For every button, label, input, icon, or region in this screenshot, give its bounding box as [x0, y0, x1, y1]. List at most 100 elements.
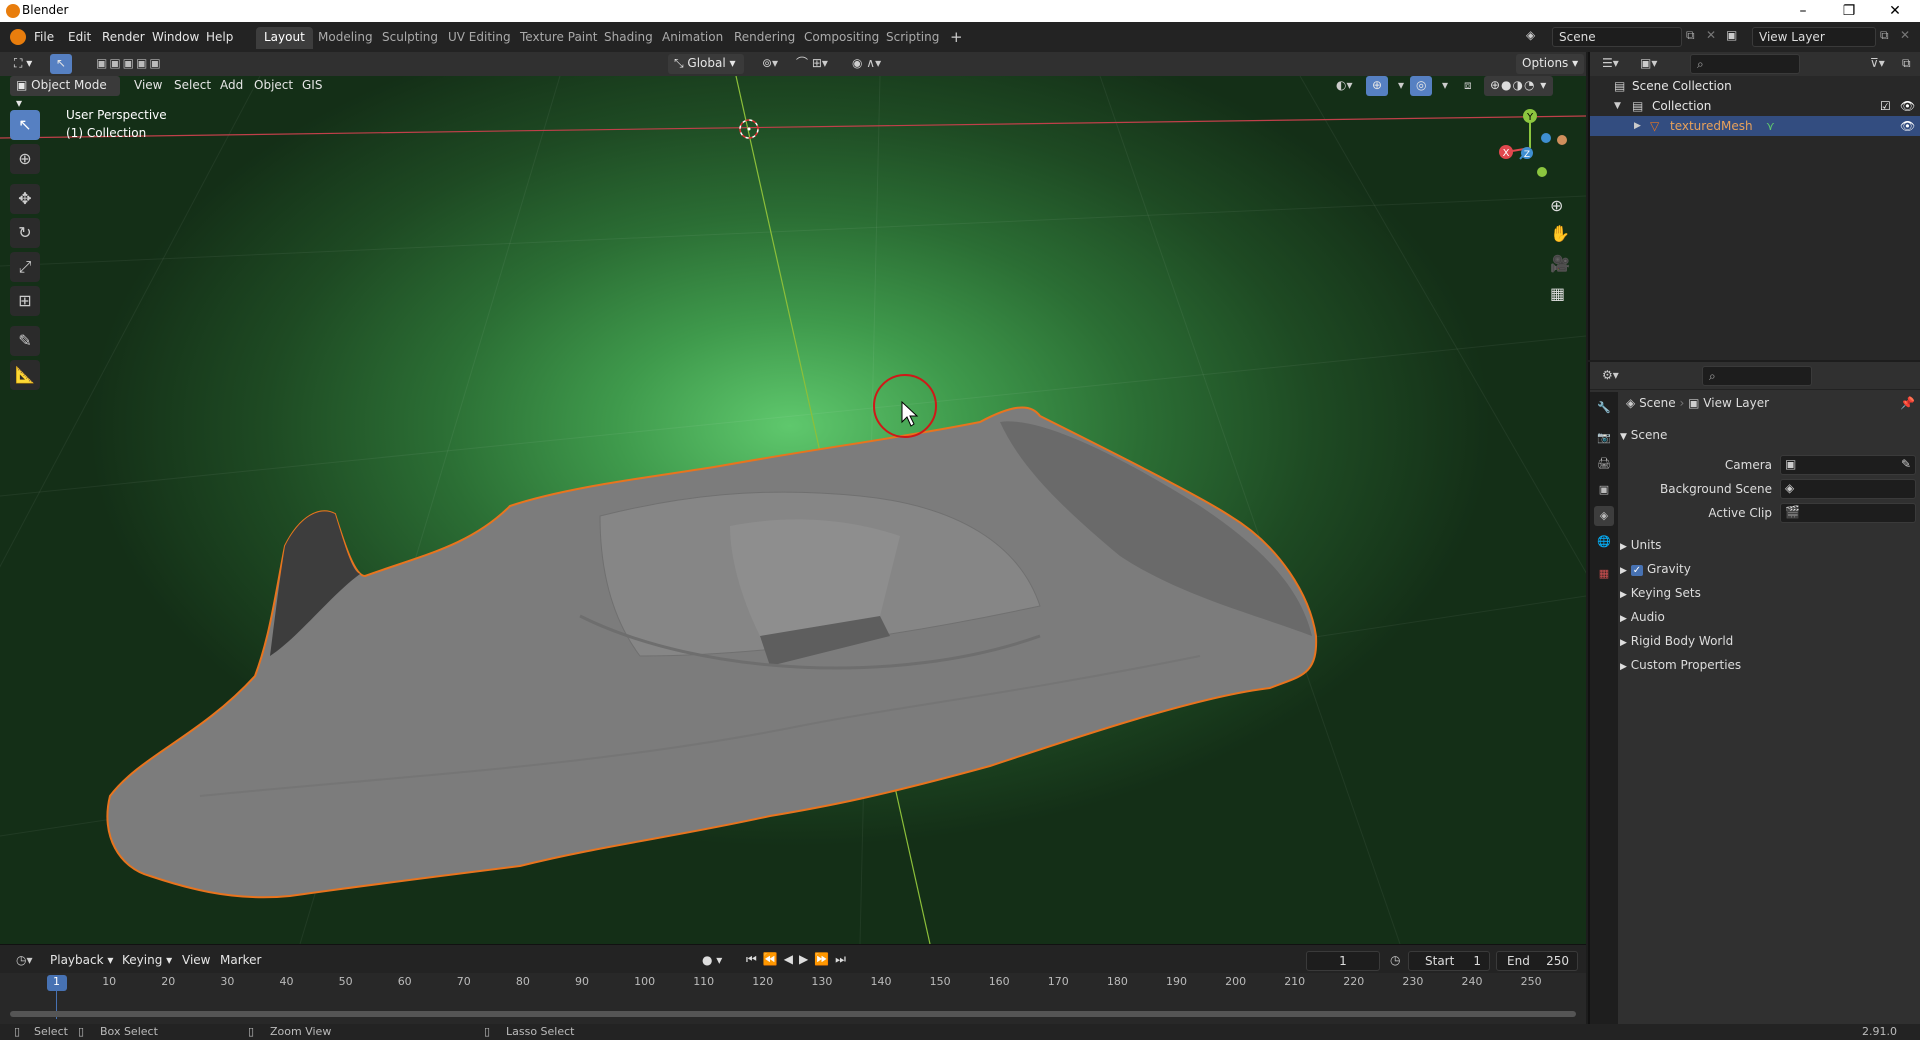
- mode-dropdown[interactable]: ▣ Object Mode ▾: [10, 76, 120, 110]
- display-mode-icon[interactable]: ▣▾: [1634, 54, 1663, 74]
- tab-animation[interactable]: Animation: [654, 27, 731, 49]
- background-scene-field[interactable]: ◈: [1780, 479, 1916, 499]
- tab-sculpting[interactable]: Sculpting: [374, 27, 446, 49]
- properties-search-input[interactable]: ⌕: [1702, 366, 1812, 386]
- overlays-dropdown-icon[interactable]: ▾: [1436, 76, 1454, 96]
- output-tab-icon[interactable]: 🖨: [1594, 454, 1614, 474]
- view-layer-tab-icon[interactable]: ▣: [1594, 480, 1614, 500]
- xray-icon[interactable]: ⧈: [1458, 76, 1478, 96]
- playback-controls-icons[interactable]: ⏮⏪◀▶⏩⏭: [746, 952, 852, 967]
- scene-icon[interactable]: ◈: [1526, 28, 1548, 46]
- record-icon[interactable]: ● ▾: [702, 953, 722, 967]
- restore-button[interactable]: ❐: [1826, 0, 1872, 22]
- audio-panel[interactable]: ▶ Audio: [1620, 610, 1665, 624]
- rigid-body-world-panel[interactable]: ▶ Rigid Body World: [1620, 634, 1733, 648]
- blender-menu-icon[interactable]: [10, 29, 26, 45]
- add-workspace-icon[interactable]: +: [942, 27, 971, 49]
- outliner-editor-type-icon[interactable]: ☰▾: [1596, 54, 1625, 74]
- timeline-menu-keying[interactable]: Keying ▾: [116, 951, 178, 971]
- transform-tool-icon[interactable]: ⊞: [10, 286, 40, 316]
- end-frame-field[interactable]: End 250: [1496, 951, 1578, 971]
- shading-modes-icon[interactable]: ⊕●◑◔ ▾: [1484, 76, 1554, 96]
- gravity-panel[interactable]: ▶ ✓ Gravity: [1620, 562, 1691, 576]
- new-view-layer-icon[interactable]: ⧉: [1880, 28, 1889, 43]
- cursor-tool-icon[interactable]: ⊕: [10, 144, 40, 174]
- mesh-visibility-icon[interactable]: 👁: [1900, 116, 1915, 136]
- start-frame-field[interactable]: Start 1: [1408, 951, 1490, 971]
- new-scene-icon[interactable]: ⧉: [1686, 28, 1695, 43]
- properties-editor[interactable]: ⚙▾ ⌕ 🔧 📷 🖨 ▣ ◈ 🌐 ▦ ◈ Scene › ▣ View Laye…: [1588, 362, 1920, 1024]
- select-box-tool-icon[interactable]: ↖: [10, 110, 40, 140]
- outliner[interactable]: ☰▾ ▣▾ ⌕ ⊽▾ ⧉ ▤ Scene Collection ▼ ▤ Coll…: [1588, 52, 1920, 360]
- outliner-row-scene-collection[interactable]: ▤ Scene Collection: [1590, 76, 1920, 96]
- ortho-grid-icon[interactable]: ▦: [1550, 284, 1565, 303]
- viewport-menu-object[interactable]: Object: [248, 76, 299, 96]
- viewport-menu-view[interactable]: View: [128, 76, 168, 96]
- tool-tab-icon[interactable]: 🔧: [1594, 398, 1614, 418]
- active-clip-field[interactable]: 🎬: [1780, 503, 1916, 523]
- collection-exclude-checkbox[interactable]: ☑: [1880, 96, 1891, 116]
- minimize-button[interactable]: –: [1780, 0, 1826, 22]
- properties-editor-type-icon[interactable]: ⚙▾: [1596, 366, 1625, 386]
- timeline-editor[interactable]: ◷▾ Playback ▾ Keying ▾ View Marker ● ▾ ⏮…: [0, 944, 1586, 1025]
- measure-tool-icon[interactable]: 📐: [10, 360, 40, 390]
- mesh-expand-icon[interactable]: ▶: [1634, 116, 1641, 136]
- zoom-icon[interactable]: ⊕: [1550, 196, 1563, 215]
- render-tab-icon[interactable]: 📷: [1594, 428, 1614, 448]
- collection-visibility-icon[interactable]: 👁: [1900, 96, 1915, 116]
- viewport-menu-gis[interactable]: GIS: [296, 76, 328, 96]
- tab-uv-editing[interactable]: UV Editing: [440, 27, 519, 49]
- transform-orientation-dropdown[interactable]: ⤡ Global ▾: [668, 54, 744, 74]
- units-panel[interactable]: ▶ Units: [1620, 538, 1661, 552]
- tab-compositing[interactable]: Compositing: [796, 27, 887, 49]
- filter-icon[interactable]: ⊽▾: [1864, 54, 1891, 74]
- move-tool-icon[interactable]: ✥: [10, 184, 40, 214]
- menu-render[interactable]: Render: [96, 28, 151, 46]
- new-collection-icon[interactable]: ⧉: [1896, 54, 1917, 74]
- select-mode-icons[interactable]: ▣▣▣▣▣: [90, 54, 169, 74]
- view-layer-icon[interactable]: ▣: [1726, 28, 1737, 42]
- scene-selector[interactable]: Scene: [1552, 27, 1682, 47]
- timeline-menu-marker[interactable]: Marker: [214, 951, 267, 971]
- pin-icon[interactable]: 📌: [1900, 396, 1915, 410]
- options-dropdown[interactable]: Options ▾: [1516, 54, 1585, 74]
- scene-panel-header[interactable]: ▼ Scene: [1620, 428, 1667, 442]
- close-button[interactable]: ✕: [1872, 0, 1918, 22]
- scene-tab-icon[interactable]: ◈: [1594, 506, 1614, 526]
- menu-window[interactable]: Window: [146, 28, 205, 46]
- gizmo-dropdown-icon[interactable]: ▾: [1392, 76, 1410, 96]
- delete-view-layer-icon[interactable]: ✕: [1900, 28, 1910, 42]
- menu-file[interactable]: File: [28, 28, 60, 46]
- overlays-icon[interactable]: ◎: [1410, 76, 1433, 96]
- timeline-editor-type-icon[interactable]: ◷▾: [10, 951, 39, 971]
- textured-mesh-object[interactable]: [106, 406, 1318, 899]
- editor-type-icon[interactable]: ⛶ ▾: [8, 54, 38, 74]
- navigation-gizmo[interactable]: Y X Z: [1490, 104, 1570, 184]
- tab-modeling[interactable]: Modeling: [310, 27, 381, 49]
- menu-help[interactable]: Help: [200, 28, 239, 46]
- tab-texture-paint[interactable]: Texture Paint: [512, 27, 605, 49]
- proportional-edit-icon[interactable]: ◉ ∧▾: [846, 54, 887, 74]
- pivot-icon[interactable]: ⊚▾: [756, 54, 784, 74]
- annotate-tool-icon[interactable]: ✎: [10, 326, 40, 356]
- eyedropper-icon[interactable]: ✎: [1901, 457, 1911, 471]
- gravity-checkbox[interactable]: ✓: [1630, 565, 1644, 576]
- collection-expand-icon[interactable]: ▼: [1614, 96, 1621, 116]
- outliner-row-collection[interactable]: ▼ ▤ Collection ☑ 👁: [1590, 96, 1920, 116]
- texture-tab-icon[interactable]: ▦: [1594, 564, 1614, 584]
- view-layer-selector[interactable]: View Layer: [1752, 27, 1876, 47]
- outliner-row-textured-mesh[interactable]: ▶ ▽ texturedMesh ⋎ 👁: [1590, 116, 1920, 136]
- 3d-viewport[interactable]: ▣ Object Mode ▾ View Select Add Object G…: [0, 76, 1586, 944]
- outliner-search-input[interactable]: ⌕: [1690, 54, 1800, 74]
- custom-properties-panel[interactable]: ▶ Custom Properties: [1620, 658, 1741, 672]
- mesh-data-icon[interactable]: ⋎: [1766, 116, 1775, 136]
- clock-icon[interactable]: ◷: [1390, 953, 1400, 967]
- rotate-tool-icon[interactable]: ↻: [10, 218, 40, 248]
- tab-shading[interactable]: Shading: [596, 27, 661, 49]
- scale-tool-icon[interactable]: ⤢: [10, 252, 40, 282]
- delete-scene-icon[interactable]: ✕: [1706, 28, 1716, 42]
- tab-rendering[interactable]: Rendering: [726, 27, 803, 49]
- menu-edit[interactable]: Edit: [62, 28, 97, 46]
- camera-field[interactable]: ▣ ✎: [1780, 455, 1916, 475]
- gizmo-toggle-icon[interactable]: ⊕: [1366, 76, 1389, 96]
